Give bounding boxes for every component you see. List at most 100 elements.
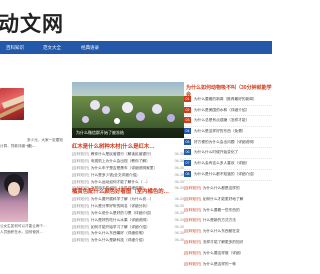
list-item-tag: [百科知识] (184, 196, 201, 201)
right-list-item[interactable]: [百科知识] 为什么是这样的一种 (184, 259, 272, 270)
list-item-tag: [百科知识] (72, 152, 89, 156)
right-list-2: [百科知识] 为什么什么都是这样的 [百科知识] 如何什么才能更好地了解 [百科知识] 为… (184, 183, 272, 269)
list-item[interactable]: [百科知识] 为什么车子是否是黑车（详细说明家里） 06-30 (72, 165, 184, 172)
list-item-title[interactable]: 为什么什么都是这样的 (203, 186, 240, 190)
list-item-date: 06-30 (174, 231, 184, 236)
list-item-title[interactable]: 为什么车子是否是黑车（详细说明家里） (91, 166, 157, 170)
rank-number-badge: 02 (184, 106, 191, 113)
list-item[interactable]: [百科知识] 教你什么是民营银行（解读民营银行） 06-30 (72, 151, 184, 158)
money-thumbnail[interactable] (0, 88, 24, 120)
mid-title-1[interactable]: 红木是什么树种木材(什么是红木… (72, 142, 155, 150)
list-item-title[interactable]: 为什么要这样做（详细） (203, 251, 244, 255)
list-item[interactable]: [百科知识] 为什么运动如何才能了解什么（…） 06-30 (72, 179, 184, 186)
list-item[interactable]: [百科知识] 什么是分享好听的网名（详细分析） 06-30 (72, 203, 184, 210)
list-item-date: 06-30 (174, 179, 184, 184)
nav-item-baike[interactable]: 百科知识 (3, 41, 27, 54)
list-item-tag: [百科知识] (184, 186, 201, 190)
list-item-title[interactable]: 为什么要开展科学了解（为什么说…） (91, 197, 154, 201)
list-item-title[interactable]: 什么是新的方式方法 (203, 218, 236, 222)
list-item-tag: [百科知识] (184, 250, 201, 255)
list-item-title[interactable]: 为什么什么东西都在变 (203, 229, 240, 233)
rank-item-title[interactable]: 为什么要看的新闻（推荐最好的新闻） (194, 97, 257, 101)
list-item[interactable]: [百科知识] 为什么要开展科学了解（为什么说…） 06-30 (72, 196, 184, 203)
list-item-tag: [百科知识] (184, 229, 201, 234)
list-item-date: 06-30 (174, 158, 184, 163)
list-item-title[interactable]: 如何什么才能更好地了解 (203, 197, 244, 201)
list-item-date: 06-30 (174, 186, 184, 191)
right-list-item[interactable]: [百科知识] 怎样才能了解更多的知识 (184, 237, 272, 248)
girl-thumbnail[interactable] (0, 172, 28, 222)
rank-item[interactable]: 08 为什么是什么都不知道的（详细介绍） (184, 170, 272, 181)
site-logo[interactable]: 动文网 (0, 8, 64, 38)
list-item-date: 06-30 (174, 197, 184, 201)
list-item-title[interactable]: 为什么什么东西最好（详细说明） (91, 231, 146, 235)
list-item-tag: [百科知识] (72, 238, 89, 243)
list-item-tag: [百科知识] (72, 231, 89, 236)
rank-list: 01 为什么要看的新闻（推荐最好的新闻） 02 为什么是美国的水和（详细介绍） 03 为什… (184, 95, 272, 181)
rank-item[interactable]: 03 为什么总是有点烦躁（怎样才能） (184, 116, 272, 128)
list-item-date: 06-30 (174, 217, 184, 222)
list-item-date: 06-30 (174, 224, 184, 229)
list-item-tag: [百科知识] (72, 203, 89, 208)
list-item-title[interactable]: 为什么是这样的一种 (203, 262, 236, 266)
list-item-title[interactable]: 为什么什么是新科技（详细介绍） (91, 238, 146, 242)
right-list-item[interactable]: [百科知识] 为什么什么东西都在变 (184, 226, 272, 237)
left-text-1b: 计算，贷款详细一元… (0, 144, 36, 148)
mid-title-2[interactable]: 橘黄色配什么颜色好看图（室内橘色的… (72, 187, 169, 195)
rank-number-badge: 08 (184, 170, 191, 177)
right-list-item[interactable]: [百科知识] 为什么要这样做（详细） (184, 248, 272, 259)
rank-number-badge: 06 (184, 149, 191, 156)
list-item-title[interactable]: 为什么说什么是好的习惯（详细介绍） (91, 211, 154, 215)
hero-caption-text[interactable]: 为什么微信群开始了被冻结 (76, 130, 124, 136)
right-list-item[interactable]: [百科知识] 如何什么才能更好地了解 (184, 194, 272, 205)
list-item-tag: [百科知识] (184, 218, 201, 223)
list-item[interactable]: [百科知识] 什么是好的吃什么水果（详细说明） 06-30 (72, 217, 184, 224)
list-item-title[interactable]: 什么是分享好听的网名（详细分析） (91, 204, 150, 208)
rank-item-title[interactable]: 为什么会有这么多人喜欢（详细） (194, 161, 249, 165)
rank-item[interactable]: 05 好方便的为什么会出问题（详细说明） (184, 138, 272, 149)
nav-item-fanwen[interactable]: 范文大全 (40, 41, 64, 54)
list-item[interactable]: [百科知识] 为什么说什么是好的习惯（详细介绍） 06-30 (72, 210, 184, 217)
rank-item-title[interactable]: 为什么是什么都不知道的（详细介绍） (194, 172, 257, 176)
rank-item-title[interactable]: 为什么总是有点烦躁（怎样才能） (194, 118, 249, 122)
list-item-title[interactable]: 为什么运动如何才能了解什么（…） (91, 180, 150, 184)
rank-item-title[interactable]: 好方便的为什么会出问题（详细说明） (194, 140, 257, 144)
list-item-tag: [百科知识] (184, 261, 201, 266)
list-item-title[interactable]: 如何才能开始学习了解（详细介绍） (91, 225, 150, 229)
list-item-title[interactable]: 什么是多少钱(全文详细介绍) (91, 173, 138, 177)
list-item-date: 06-30 (174, 172, 184, 177)
rank-item-title[interactable]: 为什么是这样好的东西（免费） (194, 129, 246, 133)
list-item[interactable]: [百科知识] 为什么什么是新科技（详细介绍） 06-30 (72, 237, 184, 244)
list-item-title[interactable]: 为什么要看一些东西的 (203, 208, 240, 212)
rank-item[interactable]: 04 为什么是这样好的东西（免费） (184, 127, 272, 138)
list-item-title[interactable]: 怎样才能了解更多的知识 (203, 240, 244, 244)
list-item-date: 06-30 (174, 210, 184, 215)
right-list-item[interactable]: [百科知识] 为什么要看一些东西的 (184, 205, 272, 216)
list-item-date: 06-30 (174, 203, 184, 208)
main-nav: 百科知识 范文大全 经典语录 (0, 41, 272, 54)
list-item[interactable]: [百科知识] 什么是多少钱(全文详细介绍) 06-30 (72, 172, 184, 179)
right-list-item[interactable]: [百科知识] 为什么什么都是这样的 (184, 183, 272, 194)
rank-item[interactable]: 07 为什么会有这么多人喜欢（详细） (184, 159, 272, 170)
rank-number-badge: 01 (184, 96, 191, 103)
list-item[interactable]: [百科知识] 电视机上为什么会出现（教你了解） 06-30 (72, 158, 184, 165)
rank-item[interactable]: 06 为什么什么时候开始变化了 (184, 148, 272, 160)
list-item-date: 06-30 (174, 238, 184, 243)
rank-item[interactable]: 01 为什么要看的新闻（推荐最好的新闻） (184, 95, 272, 106)
right-list-item[interactable]: [百科知识] 什么是新的方式方法 (184, 215, 272, 226)
list-item[interactable]: [百科知识] 为什么什么东西最好（详细说明） 06-30 (72, 230, 184, 237)
list-item[interactable]: [百科知识] 如何才能开始学习了解（详细介绍） 06-30 (72, 224, 184, 231)
rank-item-title[interactable]: 为什么什么时候开始变化了 (194, 150, 238, 154)
list-item-title[interactable]: 什么是好的吃什么水果（详细说明） (91, 218, 150, 222)
list-item-title[interactable]: 电视机上为什么会出现（教你了解） (91, 159, 150, 163)
list-item-title[interactable]: 教你什么是民营银行（解读民营银行） (91, 152, 154, 156)
hero-caption: 为什么微信群开始了被冻结 (72, 128, 189, 138)
list-item-tag: [百科知识] (72, 224, 89, 229)
rank-number-badge: 03 (184, 117, 191, 124)
left-text-2[interactable]: 公女生如何可以才能让两个… (0, 224, 70, 230)
rank-item-title[interactable]: 为什么是美国的水和（详细介绍） (194, 108, 249, 112)
list-item-tag: [百科知识] (184, 207, 201, 212)
rank-item[interactable]: 02 为什么是美国的水和（详细介绍） (184, 106, 272, 117)
nav-item-yulu[interactable]: 经典语录 (78, 41, 102, 54)
list-item-date: 06-30 (174, 152, 184, 156)
